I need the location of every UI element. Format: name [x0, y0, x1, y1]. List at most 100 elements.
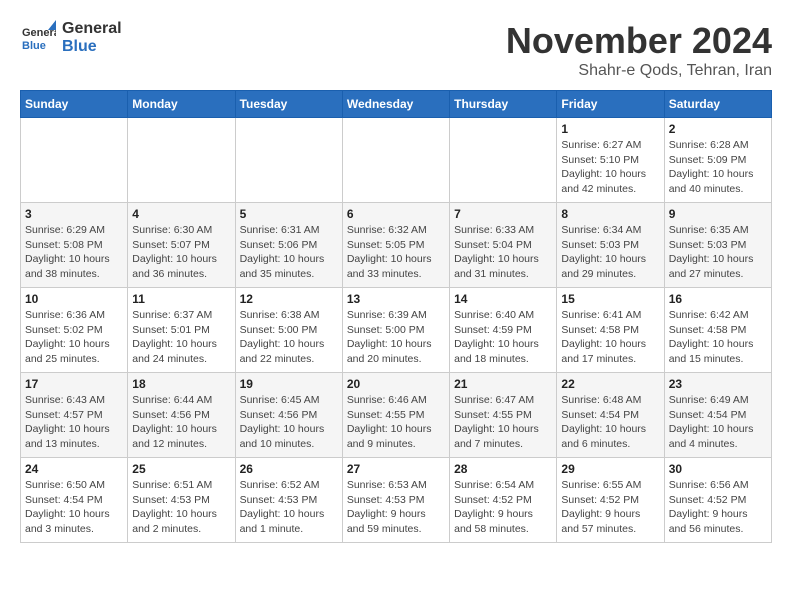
logo-blue: Blue [62, 38, 122, 56]
day-info: Sunrise: 6:56 AM Sunset: 4:52 PM Dayligh… [669, 478, 767, 537]
calendar-cell: 11 Sunrise: 6:37 AM Sunset: 5:01 PM Dayli… [128, 288, 235, 373]
weekday-header-wednesday: Wednesday [342, 91, 449, 118]
day-number: 6 [347, 207, 445, 221]
weekday-header-monday: Monday [128, 91, 235, 118]
day-info: Sunrise: 6:33 AM Sunset: 5:04 PM Dayligh… [454, 223, 552, 282]
week-row-5: 24 Sunrise: 6:50 AM Sunset: 4:54 PM Dayli… [21, 458, 772, 543]
day-info: Sunrise: 6:48 AM Sunset: 4:54 PM Dayligh… [561, 393, 659, 452]
day-info: Sunrise: 6:35 AM Sunset: 5:03 PM Dayligh… [669, 223, 767, 282]
week-row-4: 17 Sunrise: 6:43 AM Sunset: 4:57 PM Dayli… [21, 373, 772, 458]
calendar-cell: 10 Sunrise: 6:36 AM Sunset: 5:02 PM Dayli… [21, 288, 128, 373]
day-number: 22 [561, 377, 659, 391]
calendar-cell: 18 Sunrise: 6:44 AM Sunset: 4:56 PM Dayli… [128, 373, 235, 458]
calendar-cell: 29 Sunrise: 6:55 AM Sunset: 4:52 PM Dayli… [557, 458, 664, 543]
day-info: Sunrise: 6:49 AM Sunset: 4:54 PM Dayligh… [669, 393, 767, 452]
calendar-cell: 12Sunrise: 6:38 AM Sunset: 5:00 PM Dayli… [235, 288, 342, 373]
logo-general: General [62, 20, 122, 38]
day-info: Sunrise: 6:38 AM Sunset: 5:00 PM Dayligh… [240, 308, 338, 367]
logo-icon: General Blue [20, 20, 56, 56]
day-number: 30 [669, 462, 767, 476]
day-info: Sunrise: 6:28 AM Sunset: 5:09 PM Dayligh… [669, 138, 767, 197]
calendar-cell: 17 Sunrise: 6:43 AM Sunset: 4:57 PM Dayli… [21, 373, 128, 458]
day-info: Sunrise: 6:39 AM Sunset: 5:00 PM Dayligh… [347, 308, 445, 367]
day-number: 15 [561, 292, 659, 306]
day-info: Sunrise: 6:44 AM Sunset: 4:56 PM Dayligh… [132, 393, 230, 452]
day-number: 11 [132, 292, 230, 306]
day-number: 10 [25, 292, 123, 306]
day-number: 24 [25, 462, 123, 476]
svg-text:Blue: Blue [22, 40, 46, 52]
day-number: 5 [240, 207, 338, 221]
calendar-cell: 3 Sunrise: 6:29 AM Sunset: 5:08 PM Daylig… [21, 203, 128, 288]
day-number: 4 [132, 207, 230, 221]
calendar-cell: 30 Sunrise: 6:56 AM Sunset: 4:52 PM Dayli… [664, 458, 771, 543]
day-number: 26 [240, 462, 338, 476]
day-info: Sunrise: 6:43 AM Sunset: 4:57 PM Dayligh… [25, 393, 123, 452]
calendar-cell: 1Sunrise: 6:27 AM Sunset: 5:10 PM Daylig… [557, 118, 664, 203]
day-number: 18 [132, 377, 230, 391]
day-info: Sunrise: 6:36 AM Sunset: 5:02 PM Dayligh… [25, 308, 123, 367]
day-number: 16 [669, 292, 767, 306]
day-number: 20 [347, 377, 445, 391]
day-number: 1 [561, 122, 659, 136]
day-info: Sunrise: 6:55 AM Sunset: 4:52 PM Dayligh… [561, 478, 659, 537]
day-info: Sunrise: 6:45 AM Sunset: 4:56 PM Dayligh… [240, 393, 338, 452]
page-header: General Blue General Blue November 2024 … [20, 20, 772, 80]
day-number: 2 [669, 122, 767, 136]
calendar-cell: 8Sunrise: 6:34 AM Sunset: 5:03 PM Daylig… [557, 203, 664, 288]
calendar-cell: 23 Sunrise: 6:49 AM Sunset: 4:54 PM Dayli… [664, 373, 771, 458]
calendar-cell: 5 Sunrise: 6:31 AM Sunset: 5:06 PM Daylig… [235, 203, 342, 288]
day-number: 17 [25, 377, 123, 391]
day-number: 28 [454, 462, 552, 476]
day-info: Sunrise: 6:47 AM Sunset: 4:55 PM Dayligh… [454, 393, 552, 452]
calendar-cell: 9 Sunrise: 6:35 AM Sunset: 5:03 PM Daylig… [664, 203, 771, 288]
day-number: 13 [347, 292, 445, 306]
calendar-table: SundayMondayTuesdayWednesdayThursdayFrid… [20, 90, 772, 543]
day-number: 27 [347, 462, 445, 476]
day-number: 3 [25, 207, 123, 221]
title-area: November 2024 Shahr-e Qods, Tehran, Iran [506, 20, 772, 80]
day-number: 25 [132, 462, 230, 476]
day-info: Sunrise: 6:42 AM Sunset: 4:58 PM Dayligh… [669, 308, 767, 367]
calendar-cell [235, 118, 342, 203]
calendar-cell: 21 Sunrise: 6:47 AM Sunset: 4:55 PM Dayli… [450, 373, 557, 458]
day-info: Sunrise: 6:50 AM Sunset: 4:54 PM Dayligh… [25, 478, 123, 537]
day-info: Sunrise: 6:51 AM Sunset: 4:53 PM Dayligh… [132, 478, 230, 537]
day-info: Sunrise: 6:29 AM Sunset: 5:08 PM Dayligh… [25, 223, 123, 282]
day-number: 23 [669, 377, 767, 391]
day-info: Sunrise: 6:31 AM Sunset: 5:06 PM Dayligh… [240, 223, 338, 282]
calendar-cell: 16 Sunrise: 6:42 AM Sunset: 4:58 PM Dayli… [664, 288, 771, 373]
day-info: Sunrise: 6:40 AM Sunset: 4:59 PM Dayligh… [454, 308, 552, 367]
weekday-header-tuesday: Tuesday [235, 91, 342, 118]
calendar-cell: 20 Sunrise: 6:46 AM Sunset: 4:55 PM Dayli… [342, 373, 449, 458]
day-info: Sunrise: 6:34 AM Sunset: 5:03 PM Dayligh… [561, 223, 659, 282]
calendar-cell: 22 Sunrise: 6:48 AM Sunset: 4:54 PM Dayli… [557, 373, 664, 458]
calendar-cell: 28 Sunrise: 6:54 AM Sunset: 4:52 PM Dayli… [450, 458, 557, 543]
logo: General Blue General Blue [20, 20, 122, 56]
weekday-header-row: SundayMondayTuesdayWednesdayThursdayFrid… [21, 91, 772, 118]
calendar-cell: 4 Sunrise: 6:30 AM Sunset: 5:07 PM Daylig… [128, 203, 235, 288]
day-number: 9 [669, 207, 767, 221]
calendar-cell [342, 118, 449, 203]
day-number: 29 [561, 462, 659, 476]
weekday-header-sunday: Sunday [21, 91, 128, 118]
calendar-cell: 15Sunrise: 6:41 AM Sunset: 4:58 PM Dayli… [557, 288, 664, 373]
day-number: 21 [454, 377, 552, 391]
calendar-cell [128, 118, 235, 203]
day-info: Sunrise: 6:54 AM Sunset: 4:52 PM Dayligh… [454, 478, 552, 537]
calendar-cell [21, 118, 128, 203]
weekday-header-thursday: Thursday [450, 91, 557, 118]
day-info: Sunrise: 6:37 AM Sunset: 5:01 PM Dayligh… [132, 308, 230, 367]
calendar-cell: 26 Sunrise: 6:52 AM Sunset: 4:53 PM Dayli… [235, 458, 342, 543]
weekday-header-saturday: Saturday [664, 91, 771, 118]
calendar-cell [450, 118, 557, 203]
calendar-cell: 25 Sunrise: 6:51 AM Sunset: 4:53 PM Dayli… [128, 458, 235, 543]
calendar-cell: 24 Sunrise: 6:50 AM Sunset: 4:54 PM Dayli… [21, 458, 128, 543]
day-info: Sunrise: 6:32 AM Sunset: 5:05 PM Dayligh… [347, 223, 445, 282]
day-info: Sunrise: 6:46 AM Sunset: 4:55 PM Dayligh… [347, 393, 445, 452]
day-number: 14 [454, 292, 552, 306]
day-info: Sunrise: 6:30 AM Sunset: 5:07 PM Dayligh… [132, 223, 230, 282]
day-info: Sunrise: 6:52 AM Sunset: 4:53 PM Dayligh… [240, 478, 338, 537]
calendar-cell: 14 Sunrise: 6:40 AM Sunset: 4:59 PM Dayli… [450, 288, 557, 373]
location-title: Shahr-e Qods, Tehran, Iran [506, 62, 772, 80]
